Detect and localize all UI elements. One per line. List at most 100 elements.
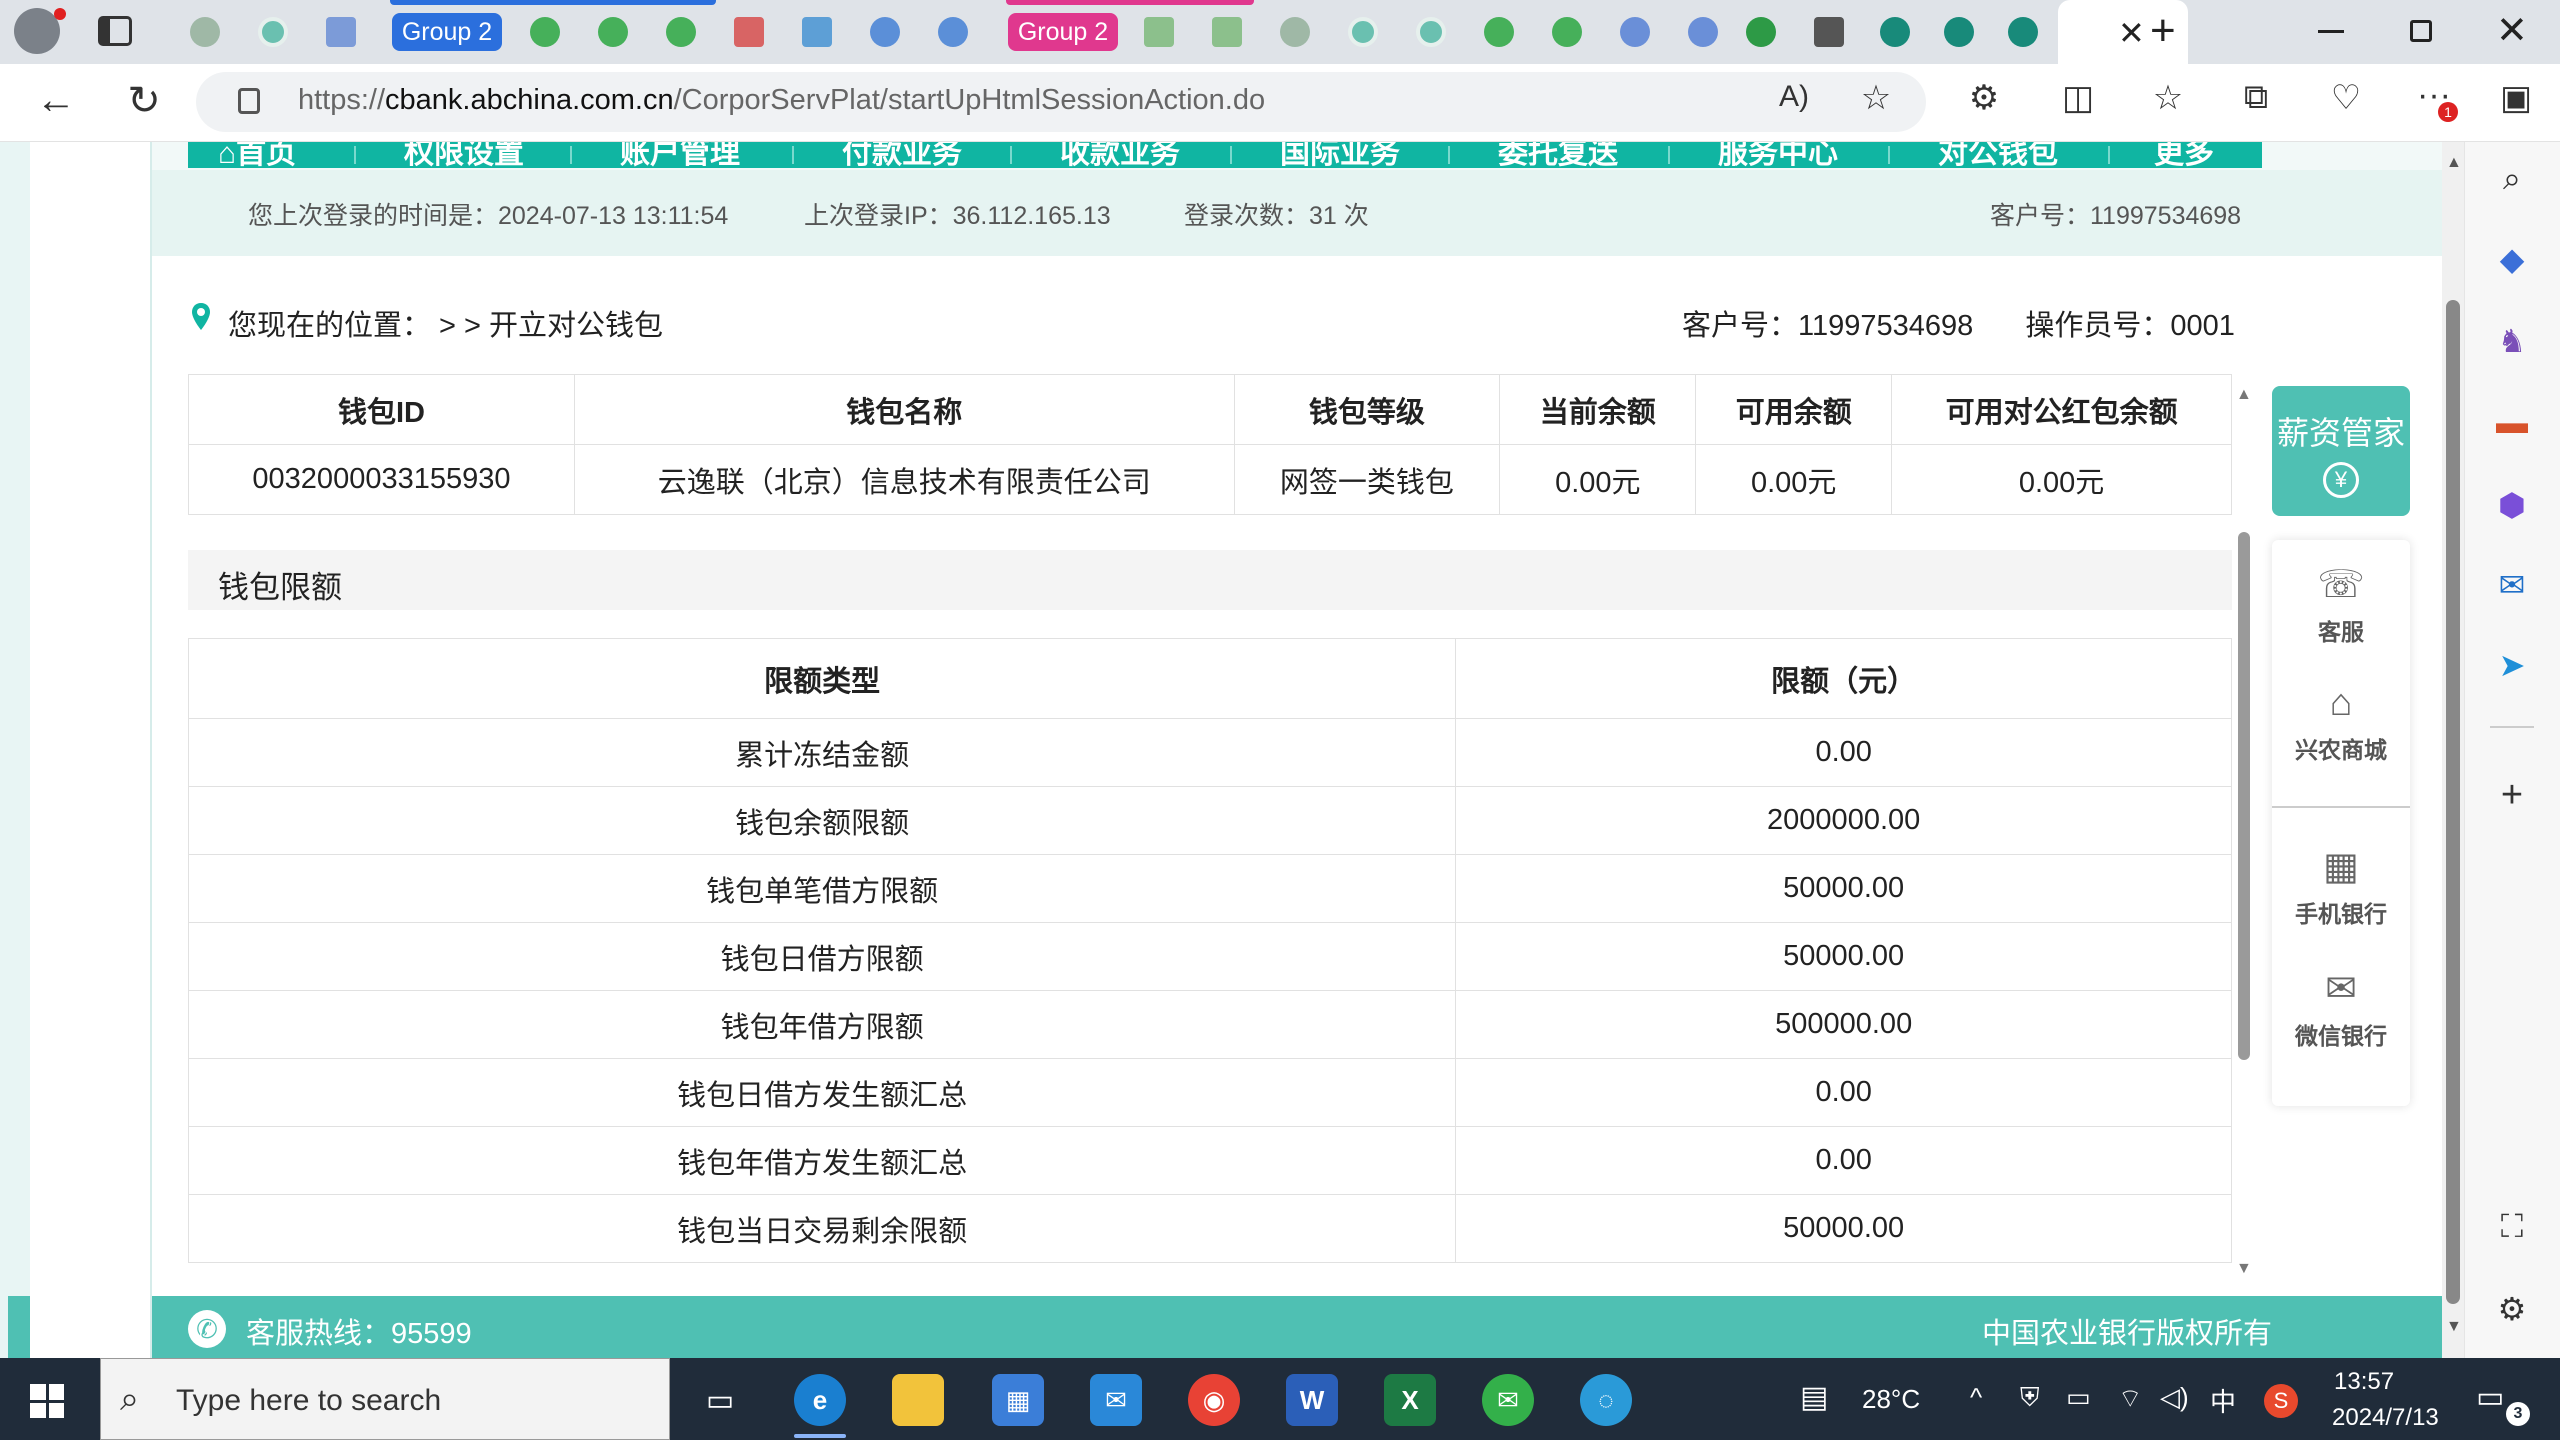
volume-icon[interactable]: ◁) <box>2160 1382 2189 1413</box>
limit-amount: 50000.00 <box>1455 854 2232 923</box>
new-tab-icon[interactable]: + <box>2150 6 2176 56</box>
close-window-icon[interactable]: ✕ <box>2496 8 2528 53</box>
tab-favicon[interactable] <box>1130 10 1188 54</box>
tab-favicon[interactable] <box>244 10 302 54</box>
tab-favicon[interactable] <box>924 10 982 54</box>
menu-accounts[interactable]: 账户管理 <box>620 142 740 168</box>
page-scroll-down-icon[interactable]: ▼ <box>2446 1318 2462 1336</box>
wechat-tab-icon[interactable] <box>516 10 574 54</box>
chrome-icon[interactable]: ◉ <box>1188 1374 1240 1426</box>
edge-browser-icon[interactable]: e <box>794 1374 846 1426</box>
read-aloud-icon[interactable]: A) <box>1766 80 1822 114</box>
customer-service-button[interactable]: ☏ 客服 <box>2272 562 2410 647</box>
profile-avatar[interactable] <box>14 8 66 54</box>
collections-icon[interactable]: ⧉ <box>2228 78 2284 117</box>
tab-actions-icon[interactable] <box>98 16 132 46</box>
settings-gear-icon[interactable]: ⚙ <box>2482 1290 2542 1328</box>
url-text[interactable]: https://cbank.abchina.com.cn/CorporServP… <box>298 84 1265 117</box>
wechat-tab-icon[interactable] <box>1538 10 1596 54</box>
tab-favicon[interactable] <box>1198 10 1256 54</box>
sidebar-toggle-icon[interactable]: ▣ <box>2488 78 2544 118</box>
tab-favicon[interactable] <box>1732 10 1790 54</box>
refresh-icon[interactable]: ↻ <box>116 78 172 124</box>
tab-favicon[interactable] <box>1402 10 1460 54</box>
tab-favicon[interactable] <box>856 10 914 54</box>
menu-permissions[interactable]: 权限设置 <box>404 142 524 168</box>
back-icon[interactable]: ← <box>28 78 84 123</box>
menu-corporate-wallet[interactable]: 对公钱包 <box>1938 142 2058 168</box>
favorite-star-icon[interactable]: ☆ <box>1848 78 1904 118</box>
mail-icon[interactable]: ✉ <box>1090 1374 1142 1426</box>
battery-icon[interactable]: ▭ <box>2066 1382 2091 1413</box>
inner-scroll-down-icon[interactable]: ▼ <box>2236 1260 2252 1278</box>
page-scroll-up-icon[interactable]: ▲ <box>2446 154 2462 172</box>
sogou-input-icon[interactable]: S <box>2264 1384 2298 1418</box>
outlook-icon[interactable]: ✉ <box>2482 566 2542 604</box>
task-view-icon[interactable]: ▭ <box>694 1374 746 1426</box>
restore-icon[interactable] <box>2410 20 2432 42</box>
wechat-tab-icon[interactable] <box>652 10 710 54</box>
menu-international[interactable]: 国际业务 <box>1280 142 1400 168</box>
file-explorer-icon[interactable] <box>892 1374 944 1426</box>
microsoft-store-icon[interactable]: ▦ <box>992 1374 1044 1426</box>
favorites-icon[interactable]: ☆ <box>2140 78 2196 118</box>
screenshot-icon[interactable]: ⛶ <box>2482 1208 2542 1246</box>
wechat-banking-button[interactable]: ✉ 微信银行 <box>2272 966 2410 1051</box>
mobile-banking-button[interactable]: ▦ 手机银行 <box>2272 844 2410 929</box>
inner-scrollbar-thumb[interactable] <box>2238 532 2250 1060</box>
tab-favicon[interactable] <box>312 10 370 54</box>
shopping-tag-icon[interactable]: ◆ <box>2482 240 2542 278</box>
tab-favicon[interactable] <box>788 10 846 54</box>
games-icon[interactable]: ♞ <box>2482 322 2542 360</box>
tab-favicon[interactable] <box>176 10 234 54</box>
tab-group-blue[interactable]: Group 2 <box>392 13 502 51</box>
add-sidebar-icon[interactable]: + <box>2482 774 2542 817</box>
send-icon[interactable]: ➤ <box>2482 646 2542 684</box>
tab-favicon[interactable] <box>1930 10 1988 54</box>
tab-favicon[interactable] <box>1866 10 1924 54</box>
menu-payments[interactable]: 付款业务 <box>842 142 962 168</box>
temperature[interactable]: 28°C <box>1862 1384 1920 1415</box>
clock-date[interactable]: 2024/7/13 <box>2332 1404 2439 1432</box>
chat-app-icon[interactable]: ◌ <box>1580 1374 1632 1426</box>
extensions-icon[interactable]: ⚙ <box>1956 78 2012 118</box>
page-scrollbar-thumb[interactable] <box>2446 300 2460 1304</box>
copilot-icon[interactable]: ⬢ <box>2482 486 2542 524</box>
tab-favicon[interactable] <box>1334 10 1392 54</box>
tab-favicon[interactable] <box>1800 10 1858 54</box>
wechat-app-icon[interactable]: ✉ <box>1482 1374 1534 1426</box>
menu-delegation[interactable]: 委托复送 <box>1498 142 1618 168</box>
network-icon[interactable]: ⌔ <box>2118 1382 2142 1415</box>
close-tab-icon[interactable]: ✕ <box>2118 14 2145 52</box>
tab-group-pink[interactable]: Group 2 <box>1008 13 1118 51</box>
menu-service-center[interactable]: 服务中心 <box>1718 142 1838 168</box>
salary-manager-button[interactable]: 薪资管家 ¥ <box>2272 386 2410 516</box>
inner-scroll-up-icon[interactable]: ▲ <box>2236 386 2252 404</box>
split-screen-icon[interactable]: ◫ <box>2050 78 2106 118</box>
tab-favicon[interactable] <box>1606 10 1664 54</box>
tab-favicon[interactable] <box>1674 10 1732 54</box>
wechat-tab-icon[interactable] <box>1470 10 1528 54</box>
browser-essentials-icon[interactable]: ♡ <box>2318 78 2374 118</box>
news-widget-icon[interactable]: ▤ <box>1800 1380 1828 1415</box>
search-icon[interactable]: ⌕ <box>2482 160 2542 198</box>
windows-start-icon[interactable] <box>30 1384 64 1418</box>
menu-home[interactable]: ⌂首页 <box>218 142 296 168</box>
ime-indicator[interactable]: 中 <box>2210 1382 2236 1419</box>
tools-icon[interactable]: ▬ <box>2482 404 2542 441</box>
tab-favicon[interactable] <box>1266 10 1324 54</box>
clock-time[interactable]: 13:57 <box>2334 1368 2394 1396</box>
tab-favicon[interactable] <box>720 10 778 54</box>
tray-overflow-icon[interactable]: ^ <box>1970 1382 1982 1413</box>
menu-more[interactable]: 更多 <box>2154 142 2214 168</box>
minimize-icon[interactable] <box>2318 30 2344 33</box>
mall-button[interactable]: ⌂ 兴农商城 <box>2272 682 2410 765</box>
security-icon[interactable]: ⛨ <box>2020 1382 2040 1414</box>
menu-receipts[interactable]: 收款业务 <box>1060 142 1180 168</box>
wechat-tab-icon[interactable] <box>584 10 642 54</box>
excel-icon[interactable]: X <box>1384 1374 1436 1426</box>
word-icon[interactable]: W <box>1286 1374 1338 1426</box>
notification-center-icon[interactable]: ▭ <box>2476 1380 2504 1415</box>
tab-favicon[interactable] <box>1994 10 2052 54</box>
lock-icon[interactable] <box>238 88 260 114</box>
